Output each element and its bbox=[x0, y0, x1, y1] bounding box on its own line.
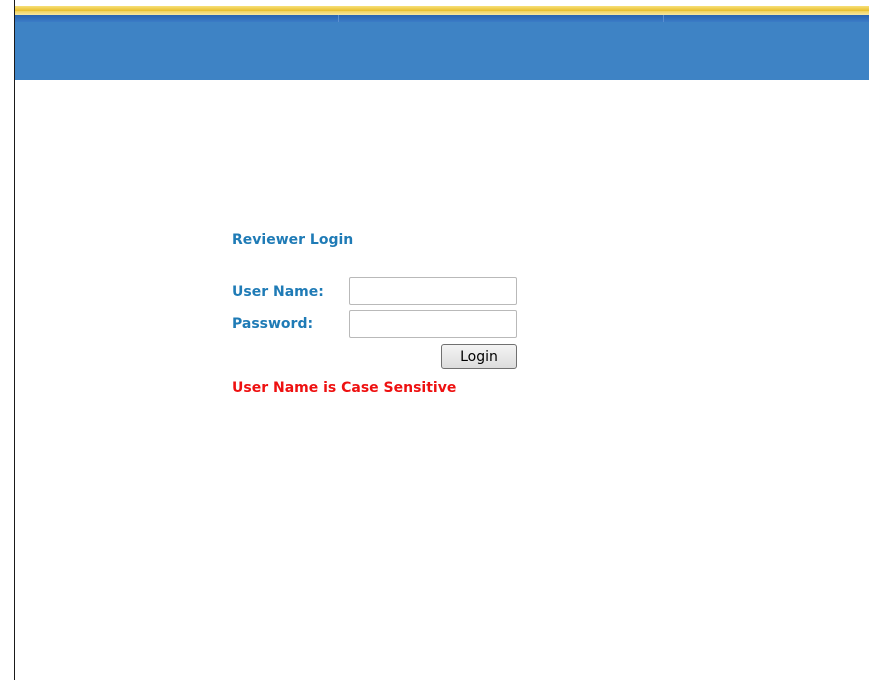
login-button[interactable]: Login bbox=[441, 344, 517, 369]
password-label: Password: bbox=[232, 316, 314, 332]
password-input[interactable] bbox=[349, 310, 517, 338]
login-title: Reviewer Login bbox=[232, 232, 354, 248]
username-label: User Name: bbox=[232, 284, 324, 300]
case-sensitive-warning: User Name is Case Sensitive bbox=[232, 380, 457, 396]
header-divider bbox=[663, 15, 664, 22]
page: Reviewer Login User Name: Password: Logi… bbox=[0, 0, 869, 680]
header-blue-bar bbox=[15, 22, 869, 80]
header-divider bbox=[338, 15, 339, 22]
header-banner bbox=[15, 0, 869, 80]
header-dark-strip bbox=[15, 15, 869, 22]
username-input[interactable] bbox=[349, 277, 517, 305]
left-border bbox=[14, 0, 15, 680]
